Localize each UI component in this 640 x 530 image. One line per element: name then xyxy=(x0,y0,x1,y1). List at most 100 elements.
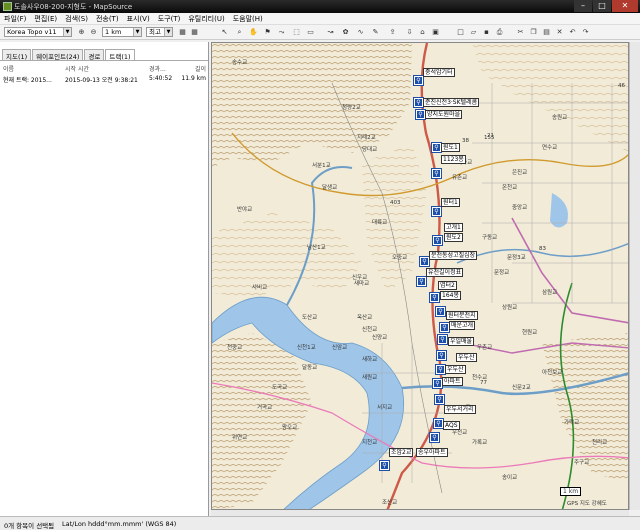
product-select[interactable]: Korea Topo v11 ▼ xyxy=(4,27,72,37)
waypoint-icon[interactable]: ⚲ xyxy=(416,276,427,287)
save-icon[interactable]: ▪ xyxy=(482,28,491,37)
waypoint-icon[interactable]: ⚲ xyxy=(429,432,440,443)
hand-tool-icon[interactable]: ✋ xyxy=(249,28,258,37)
waypoint-icon[interactable]: ⚲ xyxy=(413,97,424,108)
zoom-select[interactable]: 1 km ▼ xyxy=(102,27,142,37)
new-file-icon[interactable]: □ xyxy=(456,28,465,37)
waypoint-label[interactable]: 164봉 xyxy=(440,291,461,300)
waypoint-label[interactable]: 아파트 xyxy=(442,377,463,386)
tab-tracks[interactable]: 트랙(1) xyxy=(105,49,135,61)
waypoint-icon[interactable]: ⚲ xyxy=(435,364,446,375)
waypoint-label[interactable]: 원도2 xyxy=(444,233,463,242)
receive-icon[interactable]: ⇩ xyxy=(405,28,414,37)
waypoint-icon[interactable]: ⚲ xyxy=(419,256,430,267)
waypoint-icon[interactable]: ⚲ xyxy=(413,75,424,86)
waypoint-label[interactable]: 1123봉 xyxy=(441,155,466,164)
menu-edit[interactable]: 편집(E) xyxy=(30,13,61,24)
print-icon[interactable]: ⎙ xyxy=(495,28,504,37)
waypoint-label[interactable]: 원도1 xyxy=(441,143,460,152)
menu-help[interactable]: 도움말(H) xyxy=(229,13,267,24)
waypoint-icon[interactable]: ⚲ xyxy=(434,394,445,405)
waypoint-icon[interactable]: ⚲ xyxy=(431,168,442,179)
waypoint-label[interactable]: 우두서거리 xyxy=(444,405,476,414)
waypoint-icon[interactable]: ⚲ xyxy=(379,460,390,471)
waypoint-label[interactable]: 준진신전3·SK텔레콤 xyxy=(423,98,480,107)
color-tool-icon[interactable]: ✿ xyxy=(341,28,350,37)
minimize-button[interactable]: – xyxy=(574,0,592,12)
close-button[interactable]: ✕ xyxy=(612,0,638,12)
home-icon[interactable]: ⌂ xyxy=(418,28,427,37)
vertical-scrollbar[interactable] xyxy=(629,42,640,510)
delete-icon[interactable]: ✕ xyxy=(555,28,564,37)
measure-tool-icon[interactable]: ▭ xyxy=(306,28,315,37)
coordinate-format: Lat/Lon hddd°mm.mmm' (WGS 84) xyxy=(62,520,177,528)
curve-tool-icon[interactable]: ∿ xyxy=(356,28,365,37)
redo-icon[interactable]: ↷ xyxy=(581,28,590,37)
waypoint-label[interactable]: 우두산 xyxy=(445,365,466,374)
waypoint-icon[interactable]: ⚲ xyxy=(432,378,443,389)
copy-icon[interactable]: ❐ xyxy=(529,28,538,37)
map-tool-icon[interactable]: ▦ xyxy=(178,28,187,37)
track-tool-icon[interactable]: ⤳ xyxy=(277,28,286,37)
pen-tool-icon[interactable]: ✎ xyxy=(371,28,380,37)
waypoint-icon[interactable]: ⚲ xyxy=(429,292,440,303)
paste-icon[interactable]: ▤ xyxy=(542,28,551,37)
waypoint-label[interactable]: AQS xyxy=(443,421,460,430)
send-icon[interactable]: ⇪ xyxy=(388,28,397,37)
route-tool-icon[interactable]: ↝ xyxy=(326,28,335,37)
title-bar[interactable]: 도솔사우08-200-지형도 - MapSource – □ ✕ xyxy=(0,0,640,13)
waypoint-label[interactable]: 우일매울 xyxy=(448,337,475,346)
waypoint-icon[interactable]: ⚲ xyxy=(435,306,446,317)
waypoint-label[interactable]: 원터1 xyxy=(441,198,460,207)
tab-divider xyxy=(0,60,208,61)
zoom-out-icon[interactable]: ⊖ xyxy=(89,28,98,37)
pointer-tool-icon[interactable]: ↖ xyxy=(220,28,229,37)
column-length[interactable]: 길이 xyxy=(181,64,206,73)
waypoint-label[interactable]: 염터2 xyxy=(438,281,457,290)
tab-maps[interactable]: 지도(1) xyxy=(2,49,32,61)
waypoint-label[interactable]: 중석암기터 xyxy=(423,68,455,77)
waypoint-label[interactable]: 유천길이정표 xyxy=(426,268,464,277)
waypoint-label[interactable]: 매운고개 xyxy=(449,321,476,330)
waypoint-icon[interactable]: ⚲ xyxy=(433,418,444,429)
waypoint-label[interactable]: 송우아파트 xyxy=(416,448,448,457)
select-tool-icon[interactable]: ⬚ xyxy=(292,28,301,37)
menu-view[interactable]: 표시(V) xyxy=(123,13,154,24)
map-view[interactable]: 청량2교 지례2교 당대교 서분1교 반야교 달생교 남산1교 대륙교 신우교 … xyxy=(211,42,629,510)
tab-routes[interactable]: 경로 xyxy=(84,49,105,61)
column-elapsed[interactable]: 경과... xyxy=(149,64,181,73)
menu-file[interactable]: 파일(F) xyxy=(0,13,30,24)
waypoint-label[interactable]: 우두산 xyxy=(456,353,477,362)
menu-search[interactable]: 검색(S) xyxy=(61,13,92,24)
menu-utilities[interactable]: 유틸리티(U) xyxy=(184,13,228,24)
waypoint-icon[interactable]: ⚲ xyxy=(432,235,443,246)
cut-icon[interactable]: ✂ xyxy=(516,28,525,37)
waypoint-icon[interactable]: ⚲ xyxy=(431,142,442,153)
column-start-time[interactable]: 시작 시간 xyxy=(65,64,149,73)
waypoint-label[interactable]: 조암2교 xyxy=(389,448,414,457)
menu-transfer[interactable]: 전송(T) xyxy=(92,13,123,24)
detail-select[interactable]: 최고 ▼ xyxy=(146,27,173,37)
waypoint-icon[interactable]: ⚲ xyxy=(431,206,442,217)
track-row[interactable]: 현재 트랙: 2015... 2015-09-13 오전 9:38:21 5:4… xyxy=(3,75,206,84)
zoom-in-icon[interactable]: ⊕ xyxy=(77,28,86,37)
undo-icon[interactable]: ↶ xyxy=(568,28,577,37)
maximize-button[interactable]: □ xyxy=(593,0,611,12)
waypoint-label[interactable]: 고개1 xyxy=(444,223,463,232)
waypoint-label[interactable]: 원터분천지 xyxy=(446,311,478,320)
waypoint-tool-icon[interactable]: ⚑ xyxy=(263,28,272,37)
place-label: 신문2교 xyxy=(512,385,531,391)
waypoint-icon[interactable]: ⚲ xyxy=(437,334,448,345)
waypoint-icon[interactable]: ⚲ xyxy=(415,109,426,120)
device-icon[interactable]: ▣ xyxy=(431,28,440,37)
waypoint-label[interactable]: 양지도원마을 xyxy=(425,110,463,119)
open-folder-icon[interactable]: ▱ xyxy=(469,28,478,37)
map-detail-icon[interactable]: ▦ xyxy=(190,28,199,37)
waypoint-icon[interactable]: ⚲ xyxy=(436,350,447,361)
zoom-tool-icon[interactable]: ⌕ xyxy=(235,28,244,37)
menu-tools[interactable]: 도구(T) xyxy=(154,13,185,24)
column-name[interactable]: 이름 xyxy=(3,64,65,73)
waypoint-icon[interactable]: ⚲ xyxy=(439,322,450,333)
tab-waypoints[interactable]: 웨이포인트(24) xyxy=(32,49,84,61)
waypoint-label[interactable]: 분천동성고질심장 xyxy=(429,251,478,260)
